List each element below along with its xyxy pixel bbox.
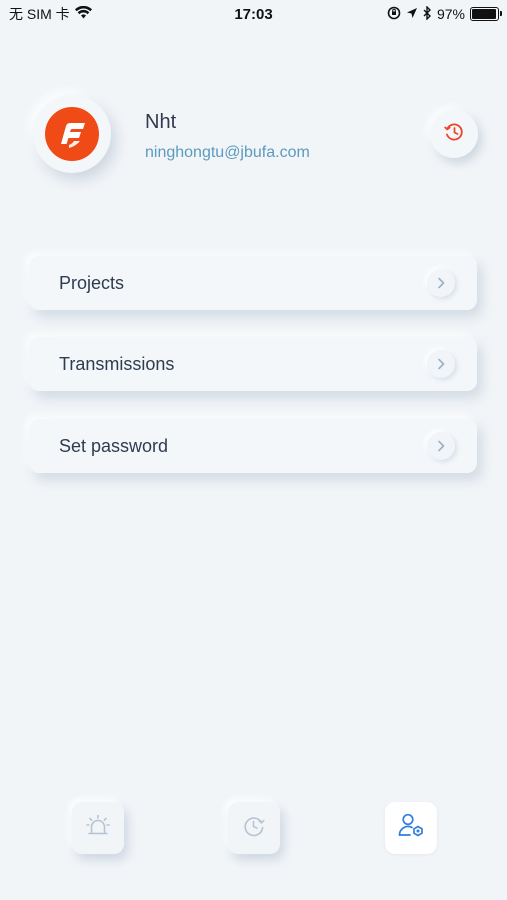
bluetooth-icon (423, 4, 432, 23)
menu-item-label: Set password (59, 435, 169, 456)
profile-email: ninghongtu@jbufa.com (145, 144, 310, 161)
menu-item-label: Projects (59, 272, 125, 293)
menu-item-transmissions[interactable]: Transmissions (29, 337, 477, 391)
history-clock-icon (241, 813, 267, 844)
carrier-label: 无 SIM 卡 (9, 6, 70, 22)
brand-logo-icon (45, 107, 99, 161)
avatar (33, 95, 111, 173)
chevron-right-icon (427, 350, 455, 378)
tab-history[interactable] (228, 802, 280, 854)
alarm-icon (85, 813, 111, 844)
menu-item-label: Transmissions (59, 353, 175, 374)
history-button[interactable] (430, 110, 478, 158)
profile-name: Nht (145, 111, 177, 133)
profile-screen: 无 SIM 卡 17:03 97% Nht ninghongtu@jbufa.c… (0, 0, 507, 900)
tab-profile[interactable] (385, 802, 437, 854)
tab-alarms[interactable] (72, 802, 124, 854)
chevron-right-icon (427, 269, 455, 297)
status-bar: 无 SIM 卡 17:03 97% (0, 0, 507, 28)
battery-percent: 97% (436, 6, 465, 22)
user-settings-icon (396, 811, 426, 846)
battery-level (472, 9, 497, 19)
orientation-lock-icon (387, 6, 401, 23)
menu-item-set-password[interactable]: Set password (29, 419, 477, 473)
menu-item-projects[interactable]: Projects (29, 256, 477, 310)
history-clock-icon (443, 121, 465, 148)
location-icon (406, 6, 418, 22)
wifi-icon (74, 5, 92, 22)
chevron-right-icon (427, 432, 455, 460)
battery-icon (470, 7, 502, 21)
